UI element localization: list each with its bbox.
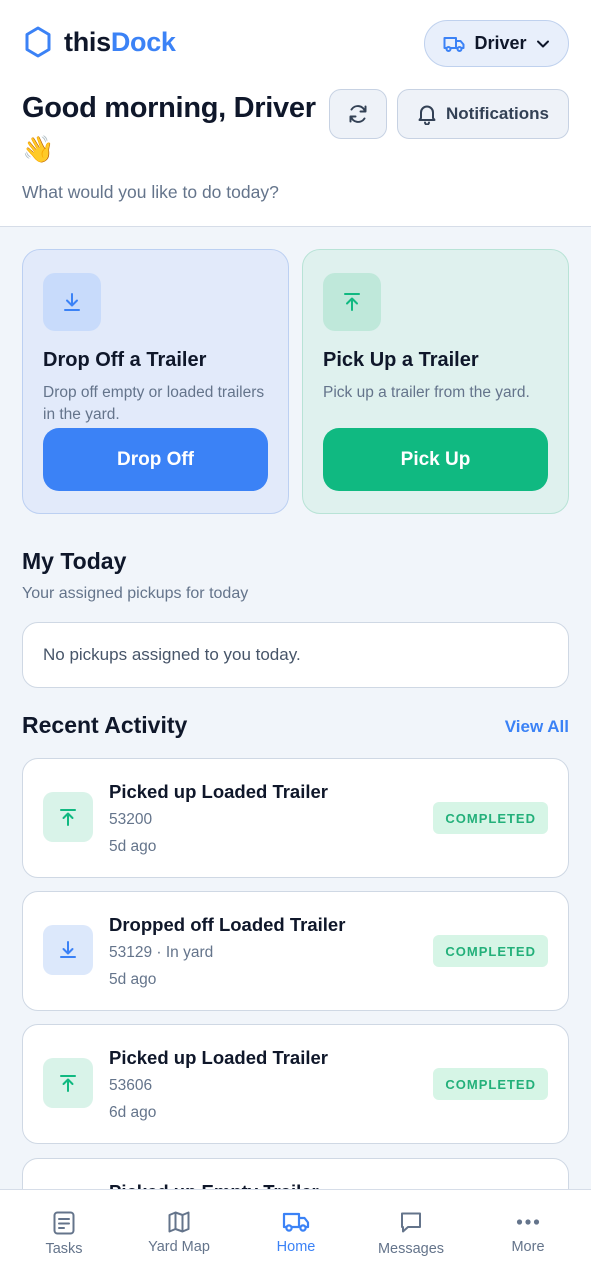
recent-activity-title: Recent Activity bbox=[22, 712, 188, 738]
nav-yard-map[interactable]: Yard Map bbox=[120, 1190, 238, 1280]
download-icon bbox=[43, 273, 101, 331]
chevron-down-icon bbox=[536, 40, 549, 47]
pickup-arrow-icon bbox=[43, 792, 93, 842]
bell-icon bbox=[418, 105, 436, 125]
nav-home-label: Home bbox=[276, 1239, 316, 1255]
drop-off-button[interactable]: Drop Off bbox=[43, 428, 268, 491]
message-icon bbox=[401, 1212, 421, 1233]
greeting-subtitle: What would you like to do today? bbox=[22, 182, 279, 202]
header: thisDock Driver Good morning, Driver 👋 W… bbox=[0, 0, 591, 227]
nav-more-label: More bbox=[511, 1239, 545, 1255]
truck-icon bbox=[443, 36, 465, 52]
drop-off-description: Drop off empty or loaded trailers in the… bbox=[43, 384, 265, 423]
activity-time: 6d ago bbox=[109, 1104, 157, 1121]
nav-home[interactable]: Home bbox=[237, 1190, 355, 1280]
notifications-label: Notifications bbox=[446, 104, 549, 123]
activity-title: Picked up Loaded Trailer bbox=[109, 1047, 328, 1068]
activity-item[interactable]: Picked up Loaded Trailer 53200 5d ago CO… bbox=[22, 758, 569, 878]
wave-emoji: 👋 bbox=[22, 134, 55, 164]
map-icon bbox=[168, 1211, 190, 1233]
pick-up-card: Pick Up a Trailer Pick up a trailer from… bbox=[302, 249, 569, 514]
role-selector-button[interactable]: Driver bbox=[424, 20, 569, 67]
my-today-title: My Today bbox=[22, 548, 127, 574]
nav-messages[interactable]: Messages bbox=[352, 1190, 470, 1280]
activity-item[interactable]: Dropped off Loaded Trailer 53129 · In ya… bbox=[22, 891, 569, 1011]
my-today-empty-state: No pickups assigned to you today. bbox=[22, 622, 569, 688]
drop-off-title: Drop Off a Trailer bbox=[43, 349, 207, 371]
nav-messages-label: Messages bbox=[377, 1241, 445, 1257]
pick-up-button[interactable]: Pick Up bbox=[323, 428, 548, 491]
brand-logo[interactable]: thisDock bbox=[24, 26, 176, 58]
role-label: Driver bbox=[474, 33, 527, 53]
more-icon bbox=[516, 1219, 540, 1225]
hexagon-logo-icon bbox=[25, 26, 51, 58]
activity-title: Dropped off Loaded Trailer bbox=[109, 914, 346, 935]
nav-tasks-label: Tasks bbox=[45, 1241, 83, 1257]
bottom-navigation: Tasks Yard Map Home Messages More bbox=[0, 1189, 591, 1280]
status-badge: COMPLETED bbox=[433, 935, 548, 967]
pick-up-title: Pick Up a Trailer bbox=[323, 349, 479, 371]
truck-icon bbox=[282, 1212, 310, 1232]
activity-trailer: 53606 bbox=[109, 1077, 153, 1094]
notifications-button[interactable]: Notifications bbox=[397, 89, 569, 139]
activity-title: Picked up Loaded Trailer bbox=[109, 781, 328, 802]
refresh-icon bbox=[349, 105, 367, 123]
pick-up-description: Pick up a trailer from the yard. bbox=[323, 384, 530, 401]
view-all-link[interactable]: View All bbox=[505, 717, 569, 737]
tasks-icon bbox=[53, 1211, 75, 1235]
brand-name: thisDock bbox=[64, 26, 176, 57]
nav-tasks[interactable]: Tasks bbox=[5, 1190, 123, 1280]
status-badge: COMPLETED bbox=[433, 1068, 548, 1100]
greeting-title: Good morning, Driver bbox=[22, 92, 316, 124]
my-today-subtitle: Your assigned pickups for today bbox=[22, 585, 249, 602]
drop-off-card: Drop Off a Trailer Drop off empty or loa… bbox=[22, 249, 289, 514]
status-badge: COMPLETED bbox=[433, 802, 548, 834]
refresh-button[interactable] bbox=[329, 89, 387, 139]
pickup-arrow-icon bbox=[43, 1058, 93, 1108]
activity-trailer: 53129 · In yard bbox=[109, 944, 214, 961]
upload-icon bbox=[323, 273, 381, 331]
activity-item[interactable]: Picked up Loaded Trailer 53606 6d ago CO… bbox=[22, 1024, 569, 1144]
activity-time: 5d ago bbox=[109, 838, 157, 855]
activity-trailer: 53200 bbox=[109, 811, 153, 828]
dropoff-arrow-icon bbox=[43, 925, 93, 975]
nav-yard-map-label: Yard Map bbox=[148, 1239, 210, 1255]
activity-time: 5d ago bbox=[109, 971, 157, 988]
nav-more[interactable]: More bbox=[469, 1190, 587, 1280]
